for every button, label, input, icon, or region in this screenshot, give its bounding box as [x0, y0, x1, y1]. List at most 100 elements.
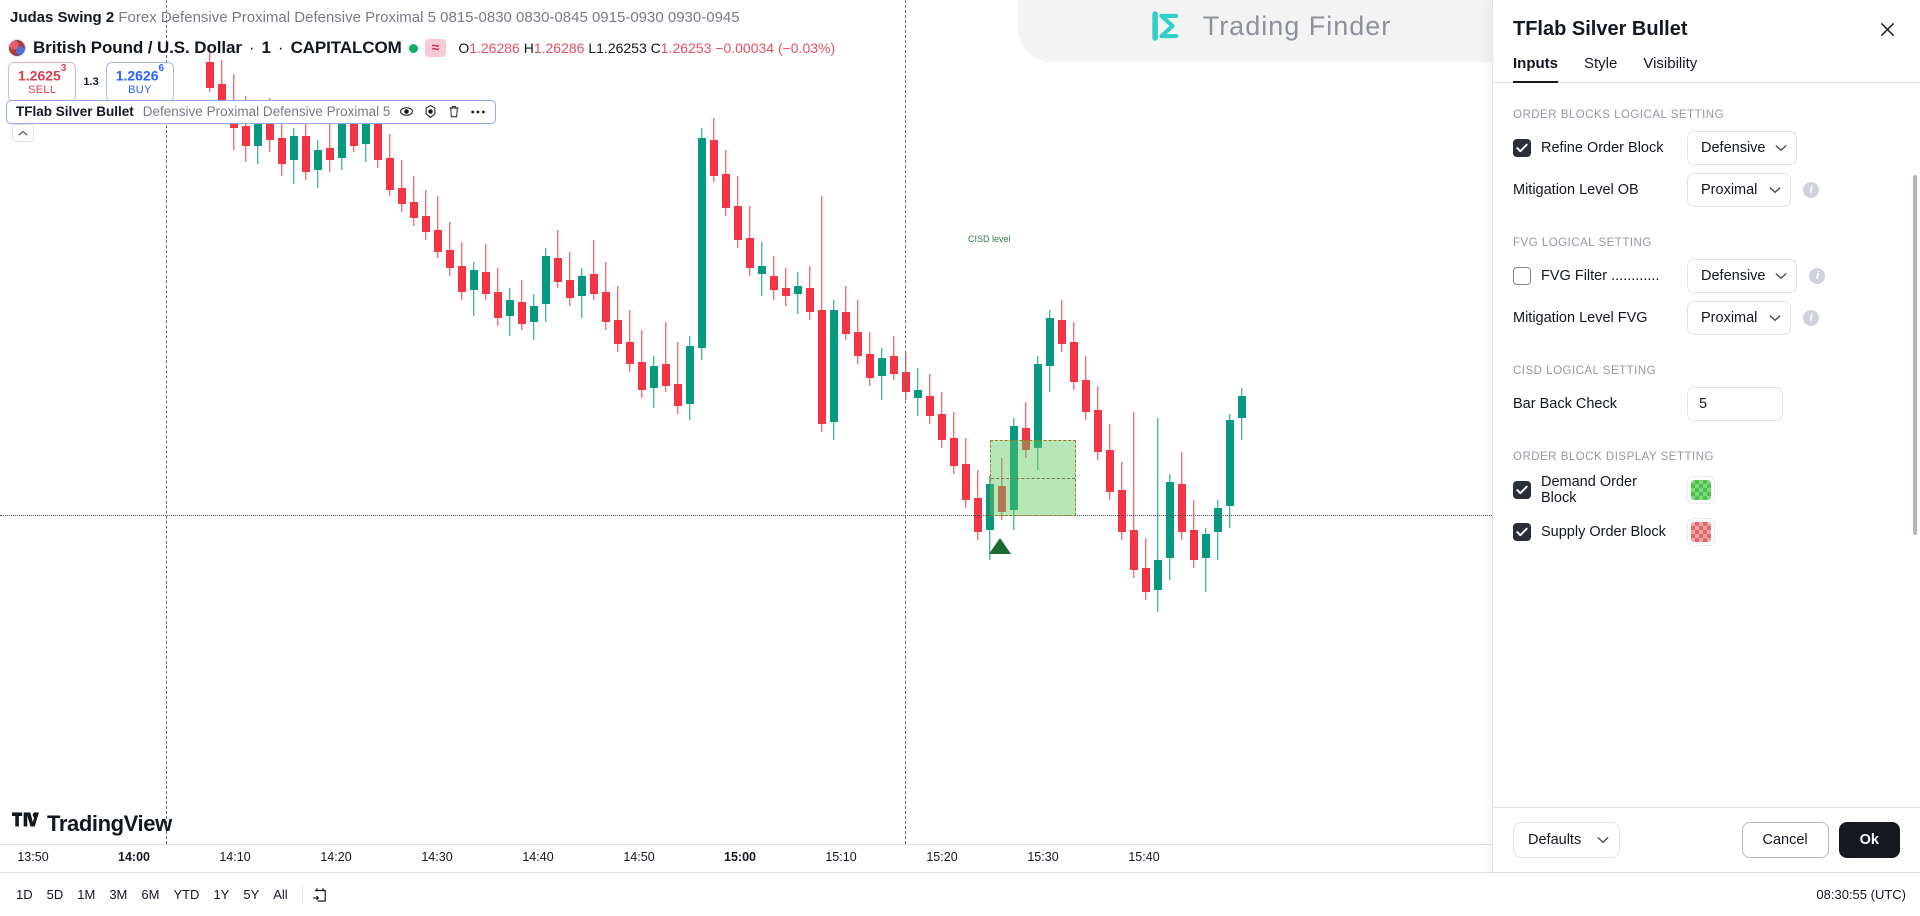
settings-icon[interactable]	[423, 104, 438, 119]
buy-entry-triangle-icon	[989, 538, 1011, 554]
ok-button[interactable]: Ok	[1838, 822, 1900, 858]
study-name: Judas Swing 2	[10, 9, 115, 26]
row-label-column: Mitigation Level OB	[1513, 182, 1675, 198]
settings-row: Demand Order Block	[1513, 469, 1900, 511]
row-label: Mitigation Level OB	[1513, 182, 1639, 198]
select-fvg-filter[interactable]: Defensive	[1687, 259, 1798, 293]
sell-button[interactable]: 1.26253 SELL	[8, 62, 77, 103]
row-label-column: Refine Order Block	[1513, 139, 1675, 157]
candle	[746, 206, 754, 276]
defaults-label: Defaults	[1528, 832, 1582, 848]
panel-body[interactable]: ORDER BLOCKS LOGICAL SETTING Refine Order…	[1493, 83, 1920, 807]
range-button-all[interactable]: All	[267, 884, 293, 905]
settings-row: Refine Order Block Defensive	[1513, 127, 1900, 169]
panel-tabs[interactable]: Inputs Style Visibility	[1493, 41, 1920, 83]
checkbox-refine-order-block[interactable]	[1513, 139, 1531, 157]
checkbox-supply-order-block[interactable]	[1513, 523, 1531, 541]
range-button-6m[interactable]: 6M	[135, 884, 165, 905]
buy-sell-widget[interactable]: 1.26253 SELL 1.3 1.26266 BUY	[8, 62, 175, 103]
tab-visibility[interactable]: Visibility	[1643, 55, 1697, 82]
select-refine-order-block[interactable]: Defensive	[1687, 131, 1798, 165]
candle	[758, 242, 766, 296]
candle	[1094, 386, 1102, 460]
ohlc-c-value: 1.26253	[660, 40, 712, 56]
range-button-1m[interactable]: 1M	[71, 884, 101, 905]
indicator-settings-panel[interactable]: TFlab Silver Bullet Inputs Style Visibilit…	[1492, 0, 1920, 872]
buy-button[interactable]: 1.26266 BUY	[105, 62, 175, 103]
candle	[686, 336, 694, 420]
range-button-5d[interactable]: 5D	[41, 884, 70, 905]
settings-row: Mitigation Level FVG Proximal i	[1513, 297, 1900, 339]
defaults-button[interactable]: Defaults	[1513, 822, 1621, 858]
tab-inputs[interactable]: Inputs	[1513, 55, 1558, 83]
range-button-1d[interactable]: 1D	[10, 884, 39, 905]
checkbox-demand-order-block[interactable]	[1513, 481, 1531, 499]
select-mitigation-level-fvg[interactable]: Proximal	[1687, 301, 1791, 335]
trash-icon[interactable]	[447, 104, 461, 119]
sell-label: SELL	[28, 83, 57, 96]
candle	[722, 150, 730, 216]
color-swatch-red[interactable]	[1687, 518, 1715, 546]
panel-scrollbar[interactable]	[1913, 175, 1917, 535]
cancel-button[interactable]: Cancel	[1741, 822, 1829, 858]
range-button-3m[interactable]: 3M	[103, 884, 133, 905]
candle	[290, 128, 298, 184]
gbp-usd-flag-icon	[8, 39, 26, 57]
row-label-column: Bar Back Check	[1513, 396, 1675, 412]
time-axis-tick: 14:40	[522, 850, 554, 864]
tradingfinder-watermark-text: Trading Finder	[1202, 10, 1392, 41]
market-open-dot-icon	[408, 43, 418, 53]
input-bar-back-check[interactable]: 5	[1687, 387, 1783, 421]
checkbox-fvg-filter[interactable]	[1513, 267, 1531, 285]
candle	[1118, 462, 1126, 540]
symbol-separator-2: ·	[277, 38, 284, 57]
time-axis-tick: 13:50	[17, 850, 49, 864]
chevron-down-icon	[1775, 272, 1788, 280]
row-label-column: Demand Order Block	[1513, 474, 1675, 506]
select-value: Defensive	[1701, 140, 1766, 156]
eye-icon[interactable]	[399, 104, 414, 119]
order-block-midline	[991, 478, 1075, 479]
symbol-interval[interactable]: 1	[262, 38, 271, 58]
symbol-legend-row[interactable]: British Pound / U.S. Dollar · 1 · CAPITA…	[8, 38, 835, 58]
study-legend-row[interactable]: Judas Swing 2 Forex Defensive Proximal D…	[10, 9, 740, 26]
row-label-column: FVG Filter ............	[1513, 267, 1675, 285]
candle	[1070, 322, 1078, 390]
info-icon[interactable]: i	[1803, 182, 1819, 198]
goto-date-icon[interactable]	[311, 886, 329, 904]
candle	[962, 438, 970, 508]
panel-sections: ORDER BLOCKS LOGICAL SETTING Refine Order…	[1513, 109, 1900, 553]
range-button-1y[interactable]: 1Y	[207, 884, 235, 905]
candle	[1238, 388, 1246, 440]
candle	[806, 266, 814, 320]
range-button-5y[interactable]: 5Y	[237, 884, 265, 905]
range-button-ytd[interactable]: YTD	[167, 884, 205, 905]
panel-title: TFlab Silver Bullet	[1513, 18, 1688, 40]
row-label: FVG Filter ............	[1541, 268, 1660, 284]
candle	[818, 196, 826, 432]
candle	[338, 116, 346, 170]
info-icon[interactable]: i	[1803, 310, 1819, 326]
candle	[770, 256, 778, 300]
time-axis[interactable]: 13:50 14:00 14:10 14:20 14:30 14:40 14:50 15:00…	[0, 844, 1492, 872]
symbol-name[interactable]: British Pound / U.S. Dollar	[33, 38, 242, 58]
date-range-buttons[interactable]: 1D 5D 1M 3M 6M YTD 1Y 5Y All	[10, 884, 294, 905]
candle	[518, 280, 526, 330]
candle	[434, 196, 442, 258]
collapse-pane-button[interactable]	[12, 124, 34, 142]
bottom-toolbar[interactable]: 1D 5D 1M 3M 6M YTD 1Y 5Y All 08:30:55 (UTC)	[0, 872, 1920, 916]
info-icon[interactable]: i	[1809, 268, 1826, 284]
close-icon[interactable]	[1877, 19, 1898, 40]
candle	[458, 242, 466, 300]
more-icon[interactable]	[470, 109, 486, 115]
chart-canvas-area[interactable]: CISD level Judas Swing 2 Forex Defensive…	[0, 0, 1492, 916]
symbol-exchange[interactable]: CAPITALCOM	[291, 38, 402, 58]
color-swatch-green[interactable]	[1687, 476, 1715, 504]
candle	[1226, 414, 1234, 528]
ohlc-l-label: L	[588, 40, 597, 56]
settings-row: Bar Back Check 5	[1513, 383, 1900, 425]
select-mitigation-level-ob[interactable]: Proximal	[1687, 173, 1791, 207]
demand-order-block-zone[interactable]	[990, 440, 1076, 516]
tab-style[interactable]: Style	[1584, 55, 1617, 82]
indicator-legend[interactable]: TFlab Silver Bullet Defensive Proximal D…	[6, 100, 497, 124]
